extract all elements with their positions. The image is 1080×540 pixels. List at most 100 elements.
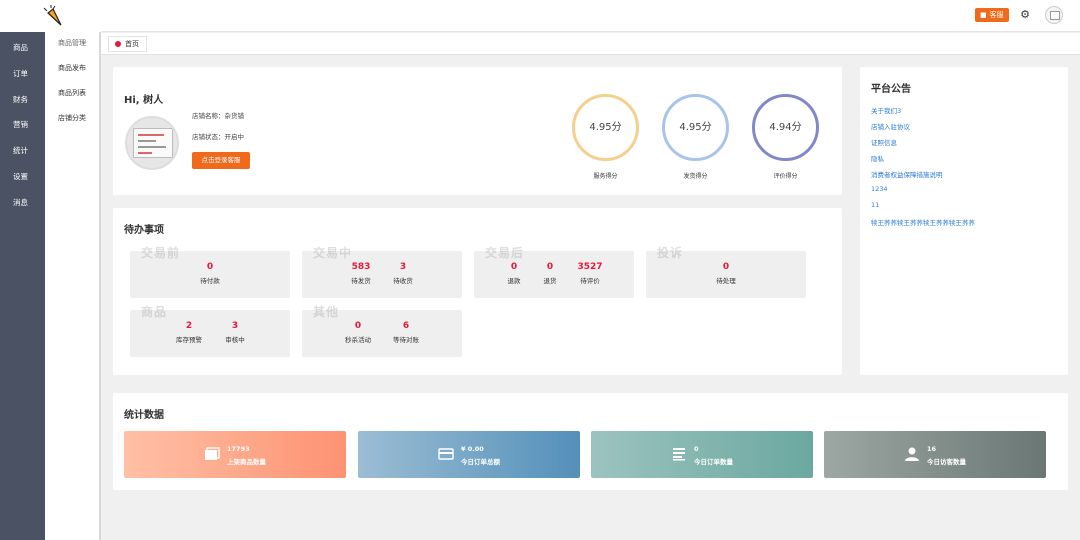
watermark: 交易前 [141, 246, 181, 260]
metric-pending-review[interactable]: 3527 待评价 [570, 262, 610, 285]
list-icon [673, 448, 685, 461]
sidebar-item-products[interactable]: 商品 [0, 37, 45, 63]
metric-value: 2 [185, 321, 193, 331]
logo-icon[interactable] [40, 4, 66, 28]
sidebar-item-statistics[interactable]: 统计 [0, 140, 45, 166]
avatar[interactable] [1045, 6, 1063, 24]
notice-link-agreement[interactable]: 店铺入驻协议 [871, 121, 910, 131]
watermark: 商品 [141, 305, 168, 319]
tab-home[interactable]: 首页 [108, 36, 147, 52]
metric-flash-sale[interactable]: 0 秒杀活动 [338, 321, 378, 344]
metric-value: 6 [402, 321, 410, 331]
stat-value: 17793 [227, 445, 250, 453]
metric-pending-reconciliation[interactable]: 6 等待对账 [386, 321, 426, 344]
main-menu: 商品 订单 财务 营销 统计 设置 消息 [0, 37, 45, 218]
todo-title: 待办事项 [124, 225, 164, 236]
watermark: 其他 [313, 305, 340, 319]
metric-label: 库存预警 [176, 336, 202, 344]
stat-value: ¥ 0.00 [461, 445, 484, 453]
service-rating-label: 服务得分 [593, 173, 618, 180]
stat-card-order-amount[interactable]: ¥ 0.00 今日订单总额 [358, 431, 580, 478]
metric-label: 待发货 [351, 277, 371, 285]
shop-name: 店铺名称：杂货铺 [192, 112, 244, 120]
platform-notice-card: 平台公告 关于我们3 店铺入驻协议 证照信息 隐私 消费者权益保障措施说明 12… [860, 67, 1068, 375]
greeting: Hi, 树人 [124, 95, 164, 106]
submenu-item-publish[interactable]: 商品发布 [45, 57, 99, 82]
notice-link-11[interactable]: 11 [871, 201, 879, 209]
sub-sidebar: 商品管理 商品发布 商品列表 店铺分类 [45, 32, 101, 540]
sidebar-item-settings[interactable]: 设置 [0, 166, 45, 192]
stat-card-order-count[interactable]: 0 今日订单数量 [591, 431, 813, 478]
watermark: 交易后 [485, 246, 525, 260]
delivery-rating-label: 发货得分 [683, 173, 708, 180]
todo-group-other: 其他 0 秒杀活动 6 等待对账 [302, 305, 462, 357]
metric-value: 0 [722, 262, 730, 272]
metric-under-review[interactable]: 3 审核中 [215, 321, 255, 344]
todo-card: 待办事项 交易前 0 待付款 交易中 583 待发货 3 待收货 交易后 0 退… [113, 208, 842, 375]
metric-value: 0 [546, 262, 554, 272]
tab-bar: 首页 [101, 33, 1080, 55]
metric-stock-warning[interactable]: 2 库存预警 [169, 321, 209, 344]
metric-refund[interactable]: 0 退款 [494, 262, 534, 285]
metric-label: 待处理 [716, 277, 736, 285]
metric-pending-shipment[interactable]: 583 待发货 [341, 262, 381, 285]
submenu-header: 商品管理 [58, 39, 86, 47]
stat-label: 今日订单总额 [461, 458, 500, 466]
todo-group-products: 商品 2 库存预警 3 审核中 [130, 305, 290, 357]
notice-link-about[interactable]: 关于我们3 [871, 105, 901, 115]
stat-card-visitors[interactable]: 16 今日访客数量 [824, 431, 1046, 478]
customer-service-label: 客服 [989, 11, 1004, 19]
service-rating-ring: 4.95分 [572, 94, 639, 161]
credit-card-icon [438, 448, 454, 460]
review-rating-ring: 4.94分 [752, 94, 819, 161]
stat-value: 0 [694, 445, 699, 453]
login-customer-service-button[interactable]: 点击登录客服 [192, 152, 250, 169]
notice-link-license[interactable]: 证照信息 [871, 137, 897, 147]
metric-pending-handling[interactable]: 0 待处理 [706, 262, 746, 285]
stat-label: 今日订单数量 [694, 458, 733, 466]
metric-label: 秒杀活动 [345, 336, 371, 344]
shop-avatar [125, 116, 179, 170]
stat-label: 今日访客数量 [927, 458, 966, 466]
stat-label: 上架商品数量 [227, 458, 266, 466]
notice-link-1234[interactable]: 1234 [871, 185, 888, 193]
sidebar-item-marketing[interactable]: 营销 [0, 114, 45, 140]
todo-group-pre-trade: 交易前 0 待付款 [130, 246, 290, 298]
main-sidebar: 商品 订单 财务 营销 统计 设置 消息 [0, 0, 45, 540]
notice-title: 平台公告 [871, 84, 911, 95]
metric-pending-receipt[interactable]: 3 待收货 [383, 262, 423, 285]
statistics-card: 统计数据 17793 上架商品数量 ¥ 0.00 今日订单总额 0 今日订单数量… [113, 393, 1068, 490]
submenu-item-list[interactable]: 商品列表 [45, 82, 99, 107]
watermark: 投诉 [657, 246, 684, 260]
metric-label: 审核中 [225, 336, 245, 344]
metric-value: 3527 [577, 262, 603, 272]
metric-label: 等待对账 [393, 336, 419, 344]
notice-link-consumer-rights[interactable]: 消费者权益保障措施说明 [871, 169, 943, 179]
todo-group-complaints: 投诉 0 待处理 [646, 246, 806, 298]
sidebar-item-messages[interactable]: 消息 [0, 192, 45, 218]
user-icon [905, 447, 919, 461]
todo-group-post-trade: 交易后 0 退款 0 退货 3527 待评价 [474, 246, 634, 298]
chat-icon: ■ [980, 11, 987, 19]
metric-value: 0 [354, 321, 362, 331]
notice-link-privacy[interactable]: 隐私 [871, 153, 884, 163]
sidebar-item-orders[interactable]: 订单 [0, 63, 45, 89]
metric-return[interactable]: 0 退货 [530, 262, 570, 285]
stat-card-listed-products[interactable]: 17793 上架商品数量 [124, 431, 346, 478]
metric-label: 待付款 [200, 277, 220, 285]
notice-link-misc[interactable]: 犊王荞荞犊王荞荞犊王荞荞犊王荞荞 [871, 217, 975, 227]
metric-pending-payment[interactable]: 0 待付款 [190, 262, 230, 285]
metric-value: 583 [351, 262, 371, 272]
metric-value: 0 [510, 262, 518, 272]
sidebar-item-finance[interactable]: 财务 [0, 89, 45, 115]
watermark: 交易中 [313, 246, 353, 260]
submenu-item-category[interactable]: 店铺分类 [45, 107, 99, 132]
delivery-rating-ring: 4.95分 [662, 94, 729, 161]
metric-value: 3 [399, 262, 407, 272]
customer-service-button[interactable]: ■ 客服 [975, 8, 1009, 22]
welcome-card: Hi, 树人 店铺名称：杂货铺 店铺状态：开启中 点击登录客服 4.95分 服务… [113, 67, 842, 195]
gear-icon[interactable]: ⚙ [1019, 9, 1031, 21]
stat-value: 16 [927, 445, 937, 453]
todo-group-in-trade: 交易中 583 待发货 3 待收货 [302, 246, 462, 298]
metric-label: 退货 [543, 277, 557, 285]
